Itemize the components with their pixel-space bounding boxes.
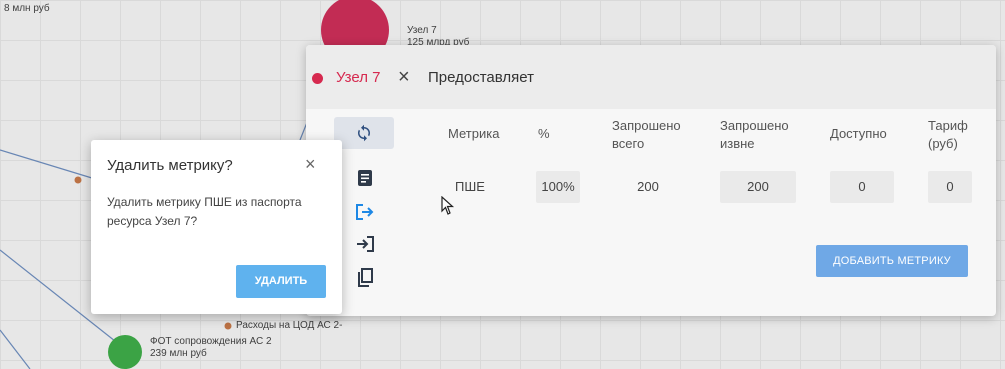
panel-header: Узел 7 × Предоставляет: [306, 45, 996, 109]
close-icon[interactable]: ×: [398, 65, 410, 89]
import-button[interactable]: [348, 229, 382, 259]
copy-icon: [358, 268, 373, 287]
header-tariff: Тариф (руб): [928, 118, 968, 151]
node-panel: Узел 7 × Предоставляет Метрика % Запроше…: [306, 45, 996, 316]
delete-button[interactable]: УДАЛИТЬ: [236, 265, 326, 298]
dialog-close-icon[interactable]: ×: [305, 153, 316, 175]
mouse-cursor-icon: [441, 196, 455, 215]
dialog-title: Удалить метрику?: [107, 157, 233, 174]
export-button[interactable]: [348, 197, 382, 227]
cell-requested-total: 200: [637, 179, 659, 194]
node-color-dot: [312, 73, 323, 84]
available-input[interactable]: 0: [830, 171, 894, 203]
header-available: Доступно: [830, 126, 887, 141]
panel-node-name: Узел 7: [336, 69, 381, 86]
import-icon: [357, 236, 374, 252]
header-metric: Метрика: [448, 126, 500, 141]
add-metric-button[interactable]: ДОБАВИТЬ МЕТРИКУ: [816, 245, 968, 277]
percent-input[interactable]: 100%: [536, 171, 580, 203]
refresh-icon: [358, 124, 370, 142]
header-percent: %: [538, 126, 550, 141]
copy-button[interactable]: [348, 263, 382, 293]
delete-metric-dialog: Удалить метрику? × Удалить метрику ПШЕ и…: [91, 140, 342, 314]
requested-external-input[interactable]: 200: [720, 171, 796, 203]
cell-metric: ПШЕ: [455, 179, 485, 194]
tariff-input[interactable]: 0: [928, 171, 972, 203]
header-requested-external: Запрошено извне: [720, 118, 789, 151]
header-requested-total: Запрошено всего: [612, 118, 681, 151]
panel-title: Предоставляет: [428, 69, 534, 86]
document-button[interactable]: [348, 163, 382, 193]
dialog-message: Удалить метрику ПШЕ из паспорта ресурса …: [107, 195, 302, 228]
document-icon: [358, 170, 372, 186]
export-icon: [356, 204, 374, 220]
refresh-button[interactable]: [334, 117, 394, 149]
